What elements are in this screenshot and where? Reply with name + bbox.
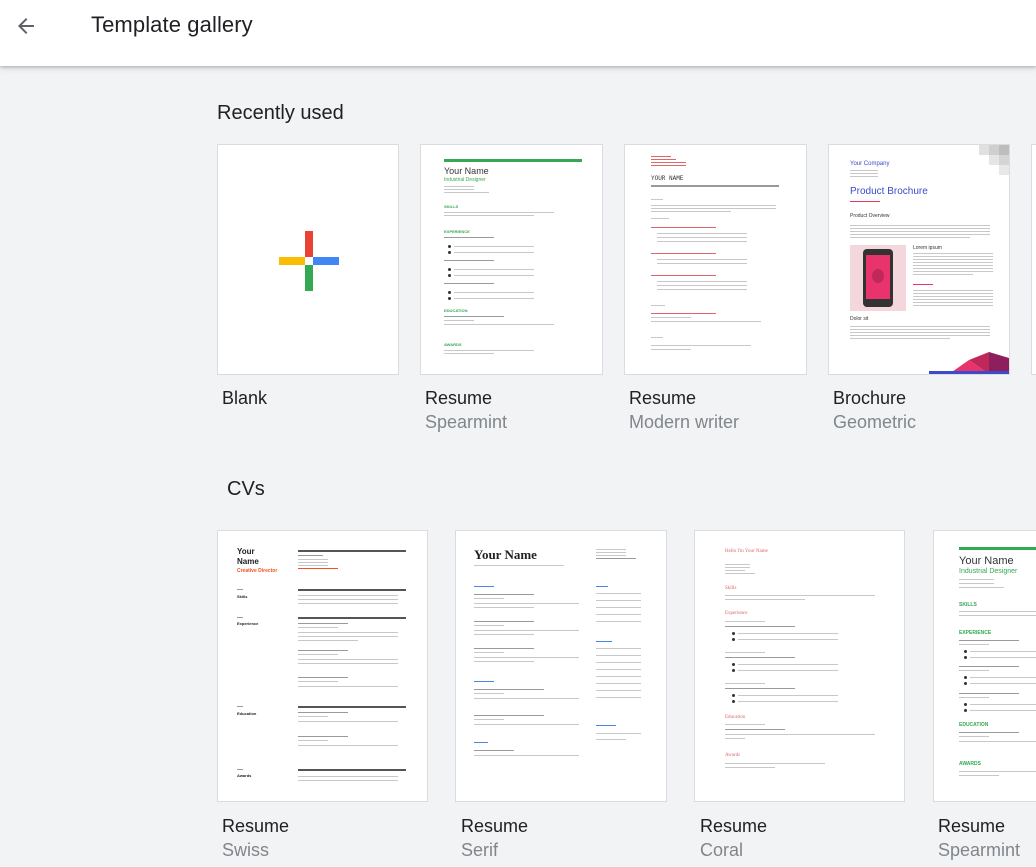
thumb-name: Your Name [474, 547, 537, 562]
plus-icon [279, 231, 339, 291]
template-name: Resume [700, 816, 768, 836]
thumb-section: Awards [237, 773, 252, 778]
template-variant: Swiss [222, 840, 270, 860]
thumb-name: Your Name [959, 555, 1014, 567]
template-name: Brochure [833, 388, 907, 408]
thumb-role: Industrial Designer [444, 177, 486, 183]
template-variant: Spearmint [425, 412, 508, 432]
back-button[interactable] [6, 6, 46, 46]
thumb-heading: Dolor sit [850, 316, 869, 322]
template-card-partial[interactable] [1031, 144, 1036, 375]
thumb-section: Education [237, 711, 257, 716]
template-name: Resume [222, 816, 290, 836]
template-card-resume-modern-writer[interactable]: YOUR NAME [624, 144, 807, 375]
template-card-resume-swiss[interactable]: Your Name Creative Director Skills Exper… [217, 530, 428, 802]
thumb-heading: Lorem ipsum [913, 245, 942, 251]
thumb-section: Experience [237, 621, 259, 626]
thumb-section: EXPERIENCE [959, 630, 992, 636]
thumb-role: Creative Director [237, 568, 278, 574]
thumb-section: Education [725, 715, 746, 720]
thumb-section: EDUCATION [959, 722, 989, 728]
template-card-resume-spearmint[interactable]: Your Name Industrial Designer SKILLS EXP… [420, 144, 603, 375]
template-variant: Serif [461, 840, 499, 860]
template-thumbnail: YOUR NAME [625, 145, 806, 374]
thumb-section: EDUCATION [444, 308, 468, 313]
section-title-cvs: CVs [227, 478, 265, 500]
thumb-section: Experience [725, 611, 748, 616]
thumb-section: EXPERIENCE [444, 229, 470, 234]
thumb-section: Awards [725, 753, 741, 758]
thumb-company: Your Company [850, 161, 890, 167]
thumb-name: Your Name [444, 166, 489, 176]
thumb-section: AWARDS [959, 761, 981, 767]
template-variant: Modern writer [629, 412, 740, 432]
thumb-title: Product Brochure [850, 186, 928, 197]
template-name: Resume [629, 388, 697, 408]
template-card-resume-spearmint-cv[interactable]: Your Name Industrial Designer SKILLS EXP… [933, 530, 1036, 802]
thumb-name: Hello I'm Your Name [725, 549, 768, 554]
template-card-blank[interactable] [217, 144, 399, 375]
template-thumbnail: Your Name Industrial Designer SKILLS EXP… [934, 531, 1036, 801]
section-title-recently-used: Recently used [217, 102, 344, 124]
template-card-resume-serif[interactable]: Your Name [455, 530, 667, 802]
template-variant: Coral [700, 840, 744, 860]
arrow-back-icon [18, 18, 34, 34]
template-thumbnail: Your Name Creative Director Skills Exper… [218, 531, 427, 801]
template-name: Resume [461, 816, 529, 836]
thumb-heading: Product Overview [850, 213, 890, 219]
page-title: Template gallery [91, 12, 253, 37]
template-name: Resume [425, 388, 493, 408]
thumb-name: Your Name [237, 547, 259, 566]
template-thumbnail: Your Name Industrial Designer SKILLS EXP… [421, 145, 602, 374]
thumb-name: YOUR NAME [651, 175, 684, 182]
thumb-section: Skills [237, 594, 248, 599]
top-app-bar: Template gallery [0, 0, 1036, 66]
template-thumbnail: Your Name [456, 531, 666, 801]
template-card-brochure-geometric[interactable]: Your Company Product Brochure Product Ov… [828, 144, 1010, 375]
thumb-section: AWARDS [444, 342, 462, 347]
thumb-role: Industrial Designer [959, 568, 1018, 575]
thumb-section: SKILLS [444, 204, 459, 209]
template-name: Resume [938, 816, 1006, 836]
template-variant: Geometric [833, 412, 917, 432]
template-thumbnail: Your Company Product Brochure Product Ov… [829, 145, 1009, 374]
template-card-resume-coral[interactable]: Hello I'm Your Name Skills Experience Ed… [694, 530, 905, 802]
template-name: Blank [222, 388, 268, 408]
thumb-section: Skills [725, 586, 737, 591]
template-variant: Spearmint [938, 840, 1021, 860]
thumb-section: SKILLS [959, 602, 977, 608]
template-thumbnail: Hello I'm Your Name Skills Experience Ed… [695, 531, 904, 801]
